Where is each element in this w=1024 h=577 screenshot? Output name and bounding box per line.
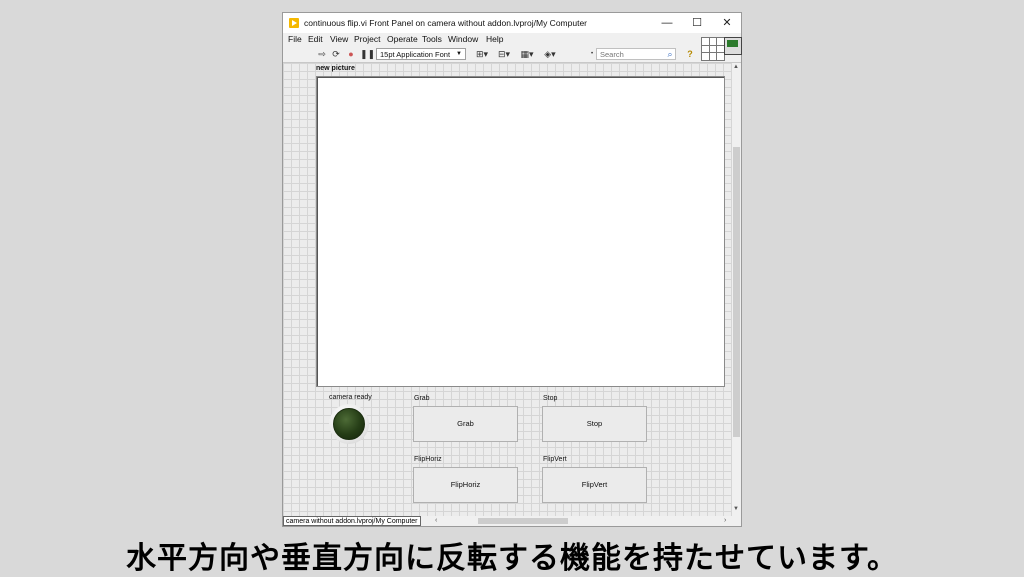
run-arrow-icon[interactable]: ⇨ [317,48,327,60]
project-context[interactable]: camera without addon.lvproj/My Computer [283,516,421,526]
menu-edit[interactable]: Edit [308,34,323,44]
menu-window[interactable]: Window [448,34,478,44]
toolbar: ⇨ ⟳ ● ❚❚ 15pt Application Font ▼ ⊞▾ ⊟▾ ▦… [283,46,741,63]
horizontal-scroll-thumb[interactable] [478,518,568,524]
resize-icon[interactable]: ▦▾ [519,48,535,60]
stop-button[interactable]: Stop [542,406,647,442]
picture-indicator [316,76,725,387]
led-label: camera ready [329,394,372,401]
distribute-icon[interactable]: ⊟▾ [496,48,512,60]
menu-operate[interactable]: Operate [387,34,418,44]
grab-label: Grab [414,395,430,402]
vi-icon[interactable] [724,37,742,55]
fliphoriz-button[interactable]: FlipHoriz [413,467,518,503]
vertical-scrollbar[interactable]: ▲ ▼ [732,63,741,516]
font-select-value: 15pt Application Font [380,50,451,59]
minimize-button[interactable]: — [653,14,681,32]
search-input[interactable] [596,48,676,60]
grab-button[interactable]: Grab [413,406,518,442]
scroll-up-icon[interactable]: ▲ [733,64,739,70]
caption-text: 水平方向や垂直方向に反転する機能を持たせています。 [126,541,898,576]
status-bar: camera without addon.lvproj/My Computer … [283,516,741,526]
menu-bar: File Edit View Project Operate Tools Win… [283,33,741,46]
menu-file[interactable]: File [288,34,302,44]
labview-app-icon [289,18,299,28]
camera-ready-led-bezel [329,404,369,444]
camera-ready-led [333,408,365,440]
menu-view[interactable]: View [330,34,348,44]
pause-icon[interactable]: ❚❚ [360,48,375,60]
search-scope-icon: • [590,51,594,57]
reorder-icon[interactable]: ◈▾ [542,48,558,60]
picture-label: new picture [316,65,355,72]
title-bar[interactable]: continuous flip.vi Front Panel on camera… [283,13,741,33]
help-icon[interactable]: ? [685,48,695,60]
flipvert-label: FlipVert [543,456,567,463]
vertical-scroll-thumb[interactable] [733,147,740,437]
labview-front-panel-window: continuous flip.vi Front Panel on camera… [282,12,742,527]
front-panel: new picture camera ready Grab Grab Stop … [283,63,732,516]
flipvert-button[interactable]: FlipVert [542,467,647,503]
chevron-down-icon: ▼ [456,51,462,57]
scroll-down-icon[interactable]: ▼ [733,506,739,512]
scroll-right-icon[interactable]: › [724,516,726,526]
run-continuous-icon[interactable]: ⟳ [331,48,341,60]
stop-label: Stop [543,395,558,402]
window-title: continuous flip.vi Front Panel on camera… [304,18,588,28]
scroll-left-icon[interactable]: ‹ [435,516,437,526]
maximize-button[interactable]: ☐ [683,14,711,32]
abort-icon[interactable]: ● [346,48,356,60]
menu-tools[interactable]: Tools [422,34,442,44]
menu-help[interactable]: Help [486,34,503,44]
menu-project[interactable]: Project [354,34,380,44]
search-icon[interactable]: ⌕ [665,48,675,60]
close-button[interactable]: ✕ [713,14,741,32]
connector-pane-icon[interactable] [701,37,725,61]
align-icon[interactable]: ⊞▾ [474,48,490,60]
fliphoriz-label: FlipHoriz [414,456,442,463]
font-select[interactable]: 15pt Application Font ▼ [376,48,466,60]
